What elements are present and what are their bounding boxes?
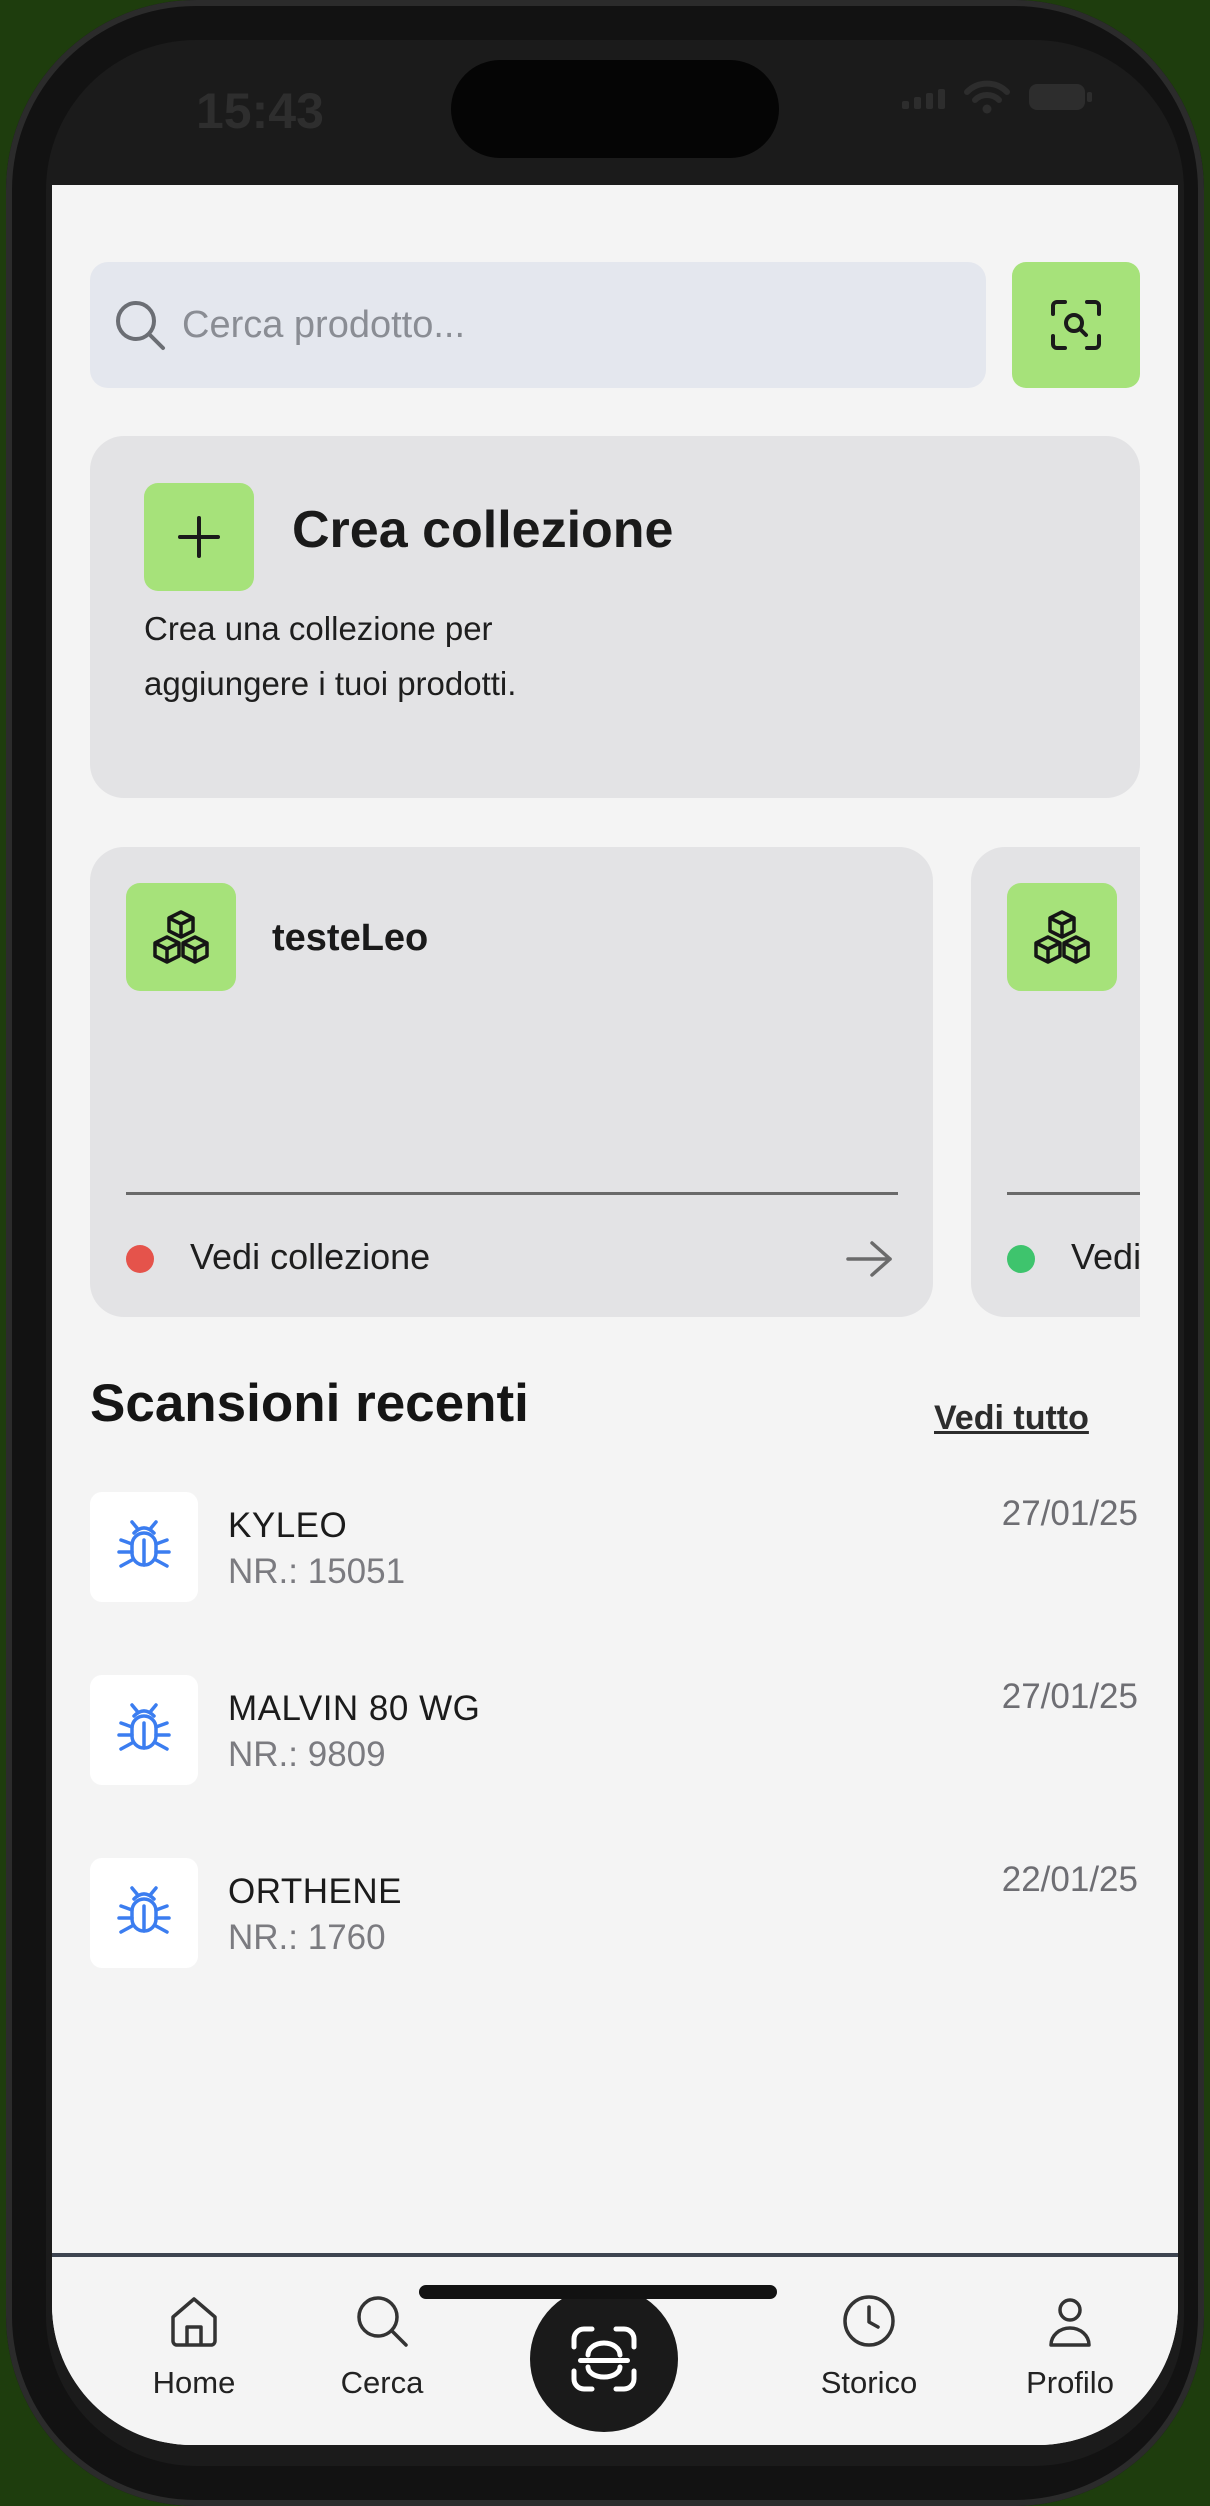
status-icons xyxy=(902,80,1094,114)
create-collection-description: Crea una collezione per aggiungere i tuo… xyxy=(144,610,517,702)
recent-scans-title: Scansioni recenti xyxy=(90,1374,529,1433)
collection-icon xyxy=(1007,883,1117,991)
search-icon xyxy=(116,301,165,350)
product-name: ORTHENE xyxy=(228,1872,402,1911)
cellular-signal-icon xyxy=(902,85,946,109)
product-name: KYLEO xyxy=(228,1506,348,1545)
phone-frame: 15:43 Cerca prodotto... Crea collezione … xyxy=(6,0,1204,2506)
scan-magnifier-icon xyxy=(1051,300,1101,350)
boxes-icon xyxy=(153,910,209,964)
collection-name: testeLeo xyxy=(272,917,429,959)
tab-bar: Home Cerca Storico Profilo xyxy=(52,2253,1178,2445)
scan-date: 22/01/25 xyxy=(1001,1860,1138,1899)
product-number: NR.: 9809 xyxy=(228,1735,386,1774)
tab-history-label: Storico xyxy=(820,2365,918,2400)
tab-home-label: Home xyxy=(152,2365,236,2400)
app-screen: Crea collezione Crea una collezione per … xyxy=(52,185,1178,2445)
status-time: 15:43 xyxy=(196,83,324,139)
tab-search-label: Cerca xyxy=(340,2365,424,2400)
view-collection-link[interactable]: Vedi collezione xyxy=(190,1236,430,1278)
wifi-icon xyxy=(964,80,1010,114)
add-collection-button[interactable] xyxy=(144,483,254,591)
divider xyxy=(126,1192,898,1195)
product-name: MALVIN 80 WG xyxy=(228,1689,481,1728)
phone-display: 15:43 Cerca prodotto... Crea collezione … xyxy=(46,40,1184,2466)
scan-search-button[interactable] xyxy=(1012,262,1140,388)
divider xyxy=(1007,1192,1140,1195)
tab-history[interactable]: Storico xyxy=(779,2291,959,2401)
bug-icon xyxy=(90,1675,198,1785)
search-bar[interactable] xyxy=(90,262,986,388)
list-item[interactable]: ORTHENE NR.: 1760 22/01/25 xyxy=(90,1858,1140,1970)
clock-icon xyxy=(843,2295,895,2347)
list-item[interactable]: KYLEO NR.: 15051 27/01/25 xyxy=(90,1492,1140,1604)
see-all-link[interactable]: Vedi tutto xyxy=(934,1399,1089,1438)
tab-profile-label: Profilo xyxy=(1026,2365,1114,2400)
scan-date: 27/01/25 xyxy=(1001,1494,1138,1533)
scan-button[interactable] xyxy=(530,2286,678,2432)
home-indicator xyxy=(419,2285,777,2299)
boxes-icon xyxy=(1034,910,1090,964)
bug-icon xyxy=(90,1492,198,1602)
collection-card[interactable]: Vedi collezione xyxy=(971,847,1140,1317)
status-dot xyxy=(1007,1245,1035,1273)
arrow-right-icon[interactable] xyxy=(842,1237,898,1281)
barcode-scan-icon xyxy=(571,2326,637,2392)
tab-search[interactable]: Cerca xyxy=(292,2291,472,2401)
product-number: NR.: 15051 xyxy=(228,1552,406,1591)
collections-carousel[interactable]: testeLeo Vedi collezione Vedi xyxy=(90,847,1140,1317)
tab-home[interactable]: Home xyxy=(104,2291,284,2401)
list-item[interactable]: MALVIN 80 WG NR.: 9809 27/01/25 xyxy=(90,1675,1140,1787)
plus-icon xyxy=(178,516,220,558)
scan-date: 27/01/25 xyxy=(1001,1677,1138,1716)
collection-card[interactable]: testeLeo Vedi collezione xyxy=(90,847,933,1317)
view-collection-link[interactable]: Vedi collezione xyxy=(1071,1236,1140,1278)
product-number: NR.: 1760 xyxy=(228,1918,386,1957)
search-icon xyxy=(357,2296,408,2347)
bug-icon xyxy=(90,1858,198,1968)
search-input[interactable] xyxy=(180,302,944,348)
home-icon xyxy=(171,2297,217,2347)
tab-profile[interactable]: Profilo xyxy=(980,2291,1160,2401)
collection-icon xyxy=(126,883,236,991)
battery-icon xyxy=(1029,84,1092,110)
create-collection-title: Crea collezione xyxy=(292,501,674,559)
dynamic-island xyxy=(451,60,779,158)
status-dot xyxy=(126,1245,154,1273)
user-icon xyxy=(1049,2298,1091,2347)
create-collection-card[interactable]: Crea collezione Crea una collezione per … xyxy=(90,436,1140,798)
